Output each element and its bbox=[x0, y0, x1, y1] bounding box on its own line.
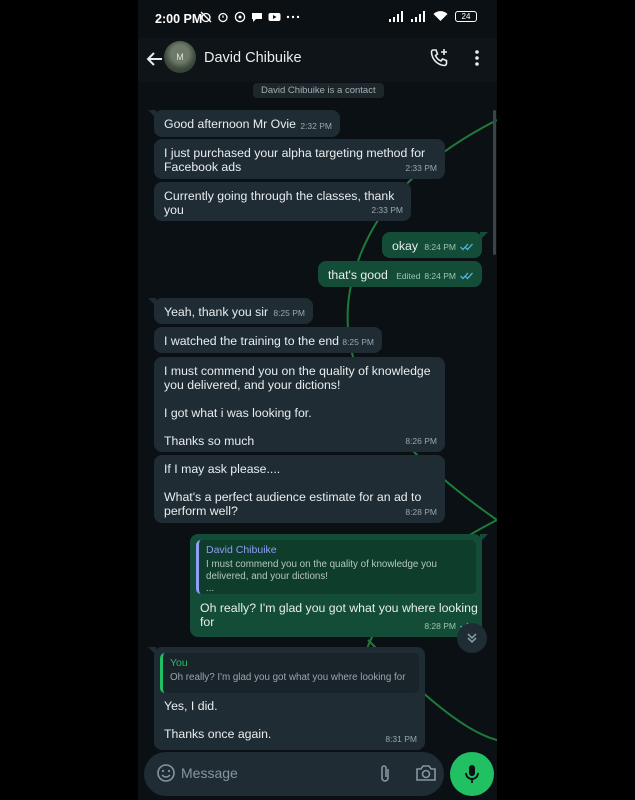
double-chevron-down-icon bbox=[467, 633, 477, 644]
message-time: 8:31 PM bbox=[385, 734, 417, 744]
message-text: okay bbox=[392, 239, 418, 253]
read-receipt-icon bbox=[460, 243, 473, 251]
whatsapp-icon bbox=[234, 11, 246, 23]
more-notifications-icon bbox=[286, 15, 300, 19]
incoming-message[interactable]: If I may ask please.... What's a perfect… bbox=[154, 455, 445, 523]
message-time: 8:26 PM bbox=[405, 436, 437, 446]
message-text: I must commend you on the quality of kno… bbox=[164, 364, 431, 448]
scroll-to-bottom-button[interactable] bbox=[457, 623, 487, 653]
notification-icons bbox=[200, 11, 300, 23]
microphone-icon bbox=[465, 765, 479, 783]
message-time: 2:33 PM bbox=[405, 163, 437, 173]
quoted-text: Oh really? I'm glad you got what you whe… bbox=[170, 672, 406, 683]
incoming-message[interactable]: Yeah, thank you sir 8:25 PM bbox=[148, 298, 313, 324]
scrollbar[interactable] bbox=[493, 110, 496, 255]
incoming-message[interactable]: Good afternoon Mr Ovie 2:32 PM bbox=[148, 110, 340, 137]
message-time: 8:25 PM bbox=[342, 337, 374, 347]
wifi-icon bbox=[433, 11, 448, 21]
message-text: Good afternoon Mr Ovie bbox=[164, 117, 296, 131]
status-bar: 2:00 PM 24 bbox=[138, 0, 497, 38]
battery-level: 24 bbox=[461, 12, 471, 21]
attach-icon[interactable] bbox=[378, 763, 392, 785]
message-time: 2:32 PM bbox=[300, 121, 332, 131]
system-icons: 24 bbox=[389, 11, 477, 22]
outgoing-message[interactable]: that's good Edited 8:24 PM bbox=[318, 261, 482, 287]
read-receipt-icon bbox=[460, 272, 473, 280]
incoming-reply-message[interactable]: You Oh really? I'm glad you got what you… bbox=[148, 647, 425, 750]
outgoing-reply-message[interactable]: David Chibuike I must commend you on the… bbox=[190, 534, 488, 637]
chat-header: M David Chibuike bbox=[138, 38, 497, 82]
edited-label: Edited bbox=[396, 271, 421, 281]
quoted-sender: You bbox=[170, 657, 188, 669]
message-time: 8:28 PM bbox=[405, 507, 437, 517]
message-time: 8:25 PM bbox=[273, 308, 305, 318]
avatar[interactable]: M bbox=[164, 41, 196, 73]
message-input[interactable]: Message bbox=[181, 765, 238, 781]
message-text: that's good bbox=[328, 268, 388, 282]
phone-screen: 2:00 PM 24 M David Chibuike David Chibui… bbox=[138, 0, 497, 800]
chat-bubble-icon bbox=[252, 13, 262, 22]
outgoing-message[interactable]: okay 8:24 PM bbox=[382, 232, 488, 258]
status-time: 2:00 PM bbox=[155, 12, 203, 26]
incoming-message[interactable]: I watched the training to the end 8:25 P… bbox=[154, 327, 382, 353]
avatar-letter: M bbox=[176, 52, 184, 62]
incoming-message[interactable]: I just purchased your alpha targeting me… bbox=[154, 139, 445, 179]
back-arrow-icon[interactable] bbox=[144, 48, 166, 70]
add-call-icon[interactable] bbox=[428, 47, 450, 69]
alarm-icon bbox=[218, 12, 228, 23]
message-text: I just purchased your alpha targeting me… bbox=[164, 146, 426, 174]
message-time: 8:28 PM bbox=[424, 621, 456, 631]
incoming-message[interactable]: I must commend you on the quality of kno… bbox=[154, 357, 445, 452]
message-composer[interactable]: Message bbox=[144, 752, 444, 796]
contact-name[interactable]: David Chibuike bbox=[204, 50, 302, 66]
camera-icon[interactable] bbox=[415, 763, 437, 783]
quoted-message[interactable]: You Oh really? I'm glad you got what you… bbox=[160, 653, 419, 693]
emoji-icon[interactable] bbox=[156, 763, 176, 783]
message-text: If I may ask please.... What's a perfect… bbox=[164, 462, 422, 518]
signal-4g-icon bbox=[411, 11, 425, 22]
message-time: 8:24 PM bbox=[424, 242, 456, 252]
message-text: Yeah, thank you sir bbox=[164, 305, 269, 319]
quoted-sender: David Chibuike bbox=[206, 544, 277, 556]
system-note: David Chibuike is a contact bbox=[253, 83, 384, 98]
message-text: I watched the training to the end bbox=[164, 334, 340, 348]
message-time: 2:33 PM bbox=[371, 205, 403, 215]
more-options-icon[interactable] bbox=[469, 47, 485, 69]
youtube-icon bbox=[268, 13, 281, 21]
battery-icon: 24 bbox=[455, 11, 477, 22]
message-text: Yes, I did. Thanks once again. bbox=[164, 699, 272, 741]
chat-area[interactable]: David Chibuike is a contact Good afterno… bbox=[138, 82, 497, 752]
incoming-message[interactable]: Currently going through the classes, tha… bbox=[154, 182, 411, 221]
alarm-off-icon bbox=[200, 11, 212, 23]
message-time: 8:24 PM bbox=[424, 271, 456, 281]
quoted-text: I must commend you on the quality of kno… bbox=[206, 559, 437, 594]
quoted-message[interactable]: David Chibuike I must commend you on the… bbox=[196, 540, 476, 594]
signal-icon bbox=[389, 11, 403, 22]
voice-message-button[interactable] bbox=[450, 752, 494, 796]
